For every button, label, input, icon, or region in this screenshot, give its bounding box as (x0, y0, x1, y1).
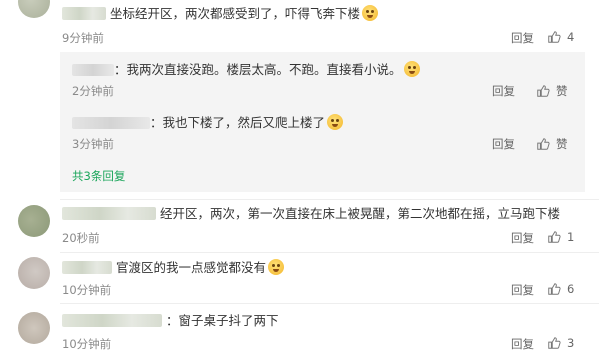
reply-button[interactable]: 回复 (511, 336, 534, 352)
username[interactable] (62, 261, 112, 274)
thumbs-up-icon (537, 138, 550, 150)
comment-item: 坐标经开区，两次都感受到了，吓得飞奔下楼 9分钟前 回复 4 ：我两次直接没跑。… (0, 0, 599, 195)
like-count: 1 (567, 230, 575, 244)
crying-face-icon (403, 61, 420, 77)
comment-text: ：窗子桌子抖了两下 (62, 313, 279, 329)
comment-text: 经开区，两次，第一次直接在床上被晃醒，第二次地都在摇，立马跑下楼 (62, 206, 560, 222)
like-label: 赞 (556, 84, 568, 98)
comment-item: 经开区，两次，第一次直接在床上被晃醒，第二次地都在摇，立马跑下楼 20秒前 回复… (0, 200, 599, 252)
reply-button[interactable]: 回复 (511, 282, 534, 298)
like-count: 3 (567, 336, 575, 350)
comment-item: 官渡区的我一点感觉都没有 10分钟前 回复 6 (0, 253, 599, 303)
thumbs-up-icon (537, 85, 550, 97)
username[interactable] (62, 7, 106, 20)
sub-reply-text: ：我两次直接没跑。楼层太高。不跑。直接看小说。 (72, 61, 420, 78)
smiling-face-icon (327, 114, 344, 130)
comment-text: 坐标经开区，两次都感受到了，吓得飞奔下楼 (62, 5, 378, 22)
sub-replies-box: ：我两次直接没跑。楼层太高。不跑。直接看小说。 2分钟前 回复 赞 ：我也下楼了… (60, 52, 585, 192)
reply-button[interactable]: 回复 (511, 230, 534, 246)
thumbs-up-icon (548, 31, 561, 43)
thumbs-up-icon (548, 283, 561, 295)
sub-reply-username[interactable] (72, 64, 114, 76)
smiling-face-icon (268, 259, 284, 275)
thumbs-up-icon (548, 231, 561, 243)
like-button[interactable]: 6 (547, 282, 574, 296)
sub-reply-timestamp: 3分钟前 (72, 137, 114, 151)
crying-face-icon (362, 5, 378, 21)
timestamp: 20秒前 (62, 231, 100, 245)
sub-reply-reply-button[interactable]: 回复 (492, 136, 515, 152)
sub-reply-like-button[interactable]: 赞 (536, 83, 568, 99)
avatar[interactable] (18, 312, 50, 344)
sub-reply-text: ：我也下楼了，然后又爬上楼了 (72, 114, 344, 131)
avatar[interactable] (18, 257, 50, 289)
username[interactable] (62, 314, 162, 327)
like-button[interactable]: 1 (547, 230, 574, 244)
avatar[interactable] (18, 0, 50, 18)
sub-reply-reply-button[interactable]: 回复 (492, 83, 515, 99)
like-button[interactable]: 3 (547, 336, 574, 350)
sub-reply-timestamp: 2分钟前 (72, 84, 114, 98)
avatar[interactable] (18, 205, 50, 237)
timestamp: 9分钟前 (62, 31, 104, 45)
like-button[interactable]: 4 (547, 30, 574, 44)
username[interactable] (62, 207, 156, 220)
comment-text: 官渡区的我一点感觉都没有 (62, 259, 284, 276)
like-label: 赞 (556, 137, 568, 151)
comment-item: ：窗子桌子抖了两下 10分钟前 回复 3 (0, 304, 599, 359)
sub-reply-like-button[interactable]: 赞 (536, 136, 568, 152)
expand-replies-link[interactable]: 共3条回复 (72, 168, 125, 184)
thumbs-up-icon (548, 337, 561, 349)
timestamp: 10分钟前 (62, 337, 112, 351)
like-count: 4 (567, 30, 575, 44)
sub-reply-username[interactable] (72, 117, 150, 129)
timestamp: 10分钟前 (62, 283, 112, 297)
like-count: 6 (567, 282, 575, 296)
reply-button[interactable]: 回复 (511, 30, 534, 46)
